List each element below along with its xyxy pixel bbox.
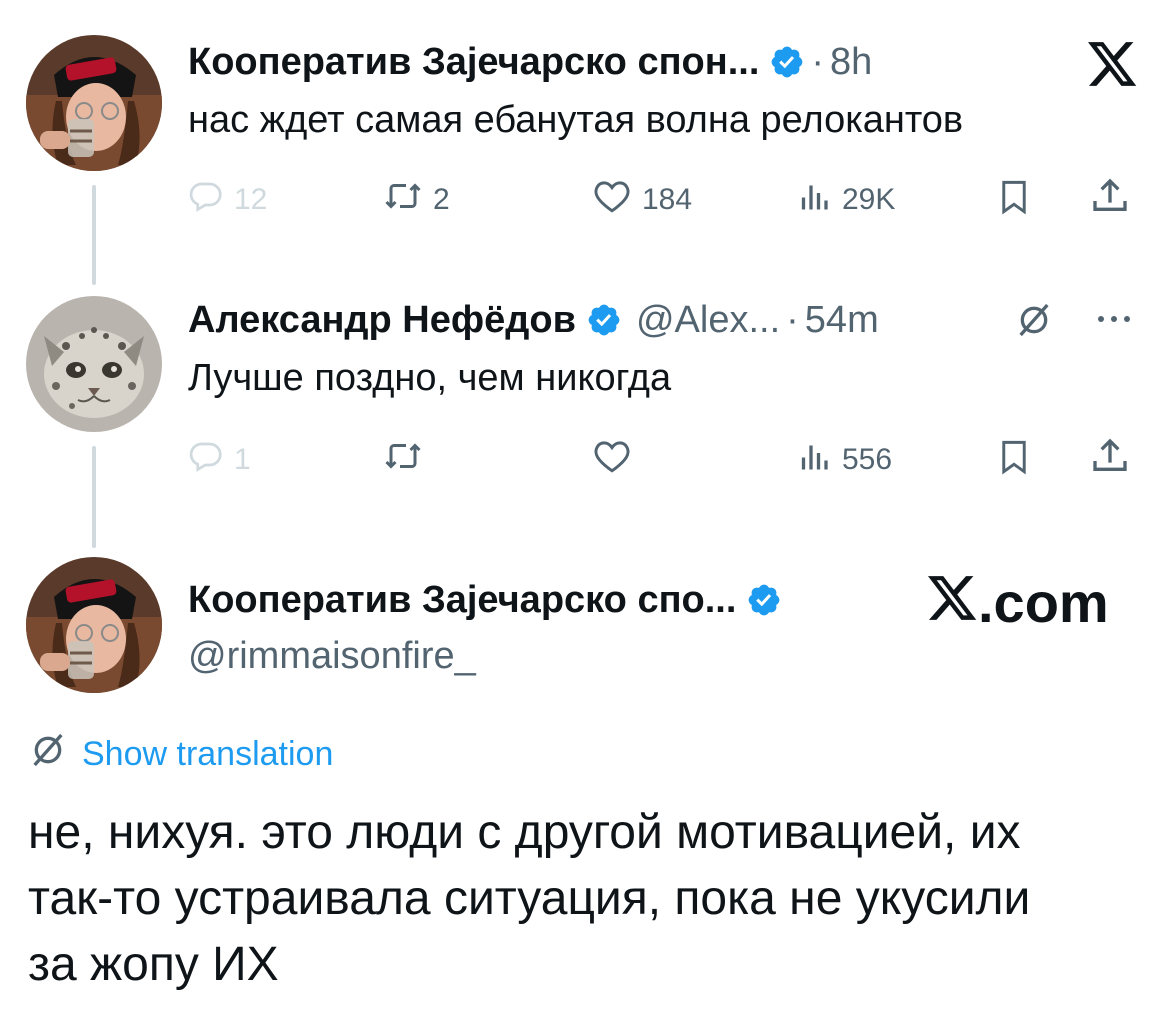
show-translation-link[interactable]: Show translation bbox=[28, 730, 333, 779]
thread-line bbox=[92, 446, 96, 548]
quoted-text: не, нихуя. это люди с другой мотивацией,… bbox=[28, 800, 1148, 998]
share-button[interactable] bbox=[1090, 436, 1130, 484]
bookmark-button[interactable] bbox=[996, 178, 1032, 224]
quoted-text-line: за жопу ИХ bbox=[28, 938, 279, 991]
reply-count: 1 bbox=[234, 443, 251, 476]
thread-line bbox=[92, 185, 96, 285]
reply-count: 12 bbox=[234, 183, 268, 216]
like-button[interactable]: 184 bbox=[592, 178, 692, 222]
tweet-time[interactable]: 8h bbox=[830, 38, 872, 86]
like-button[interactable] bbox=[592, 438, 642, 482]
views-count: 29K bbox=[842, 183, 896, 216]
author-name[interactable]: Александр Нефёдов bbox=[188, 296, 576, 344]
reply-icon bbox=[188, 438, 224, 482]
verified-badge-icon bbox=[769, 44, 805, 80]
x-com-brand: .com bbox=[928, 570, 1109, 635]
brand-domain: .com bbox=[978, 571, 1109, 634]
reply-icon bbox=[188, 178, 224, 222]
meta-separator: · bbox=[811, 41, 825, 83]
tweet-time[interactable]: 54m bbox=[805, 296, 879, 344]
share-button[interactable] bbox=[1090, 176, 1130, 224]
like-icon bbox=[592, 438, 632, 482]
views-icon bbox=[796, 438, 832, 482]
bookmark-icon bbox=[996, 178, 1032, 224]
views-icon bbox=[796, 178, 832, 222]
repost-icon bbox=[383, 438, 423, 482]
avatar[interactable] bbox=[26, 35, 162, 171]
bookmark-icon bbox=[996, 438, 1032, 484]
x-logo-icon[interactable] bbox=[1088, 42, 1138, 93]
author-name[interactable]: Кооператив Зајечарско спо... bbox=[188, 576, 736, 624]
like-icon bbox=[592, 178, 632, 222]
avatar[interactable] bbox=[26, 557, 162, 693]
bookmark-button[interactable] bbox=[996, 438, 1032, 484]
quoted-text-line: не, нихуя. это люди с другой мотивацией,… bbox=[28, 806, 1021, 859]
quoted-text-line: так-то устраивала ситуация, пока не укус… bbox=[28, 872, 1031, 925]
verified-badge-icon bbox=[746, 582, 782, 618]
repost-icon bbox=[383, 178, 423, 222]
tweet-header: Александр Нефёдов @Alex... · 54m bbox=[188, 296, 879, 344]
repost-button[interactable]: 2 bbox=[383, 178, 450, 222]
avatar[interactable] bbox=[26, 296, 162, 432]
show-translation-label: Show translation bbox=[82, 735, 334, 773]
share-icon bbox=[1090, 176, 1130, 224]
views-button[interactable]: 29K bbox=[796, 178, 895, 222]
translate-icon bbox=[28, 730, 68, 779]
tweet-text: нас ждет самая ебанутая волна релокантов bbox=[188, 99, 964, 141]
quoted-header: Кооператив Зајечарско спо... bbox=[188, 576, 782, 624]
screenshot: Кооператив Зајечарско спон... · 8h нас ж… bbox=[0, 0, 1170, 1013]
reply-button[interactable]: 1 bbox=[188, 438, 251, 482]
meta-separator: · bbox=[786, 299, 799, 341]
views-button[interactable]: 556 bbox=[796, 438, 892, 482]
repost-count: 2 bbox=[433, 183, 450, 216]
author-handle[interactable]: @rimmaisonfire_ bbox=[188, 632, 476, 680]
author-name[interactable]: Кооператив Зајечарско спон... bbox=[188, 38, 759, 86]
like-count: 184 bbox=[642, 183, 693, 216]
x-logo-icon bbox=[928, 570, 978, 635]
tweet-header: Кооператив Зајечарско спон... · 8h bbox=[188, 38, 872, 86]
views-count: 556 bbox=[842, 443, 893, 476]
tweet-text: Лучше поздно, чем никогда bbox=[188, 357, 672, 399]
reply-button[interactable]: 12 bbox=[188, 178, 267, 222]
author-handle[interactable]: @Alex... bbox=[636, 296, 780, 344]
repost-button[interactable] bbox=[383, 438, 433, 482]
verified-badge-icon bbox=[586, 302, 622, 338]
more-icon[interactable] bbox=[1094, 304, 1134, 334]
translate-icon[interactable] bbox=[1014, 300, 1054, 340]
share-icon bbox=[1090, 436, 1130, 484]
